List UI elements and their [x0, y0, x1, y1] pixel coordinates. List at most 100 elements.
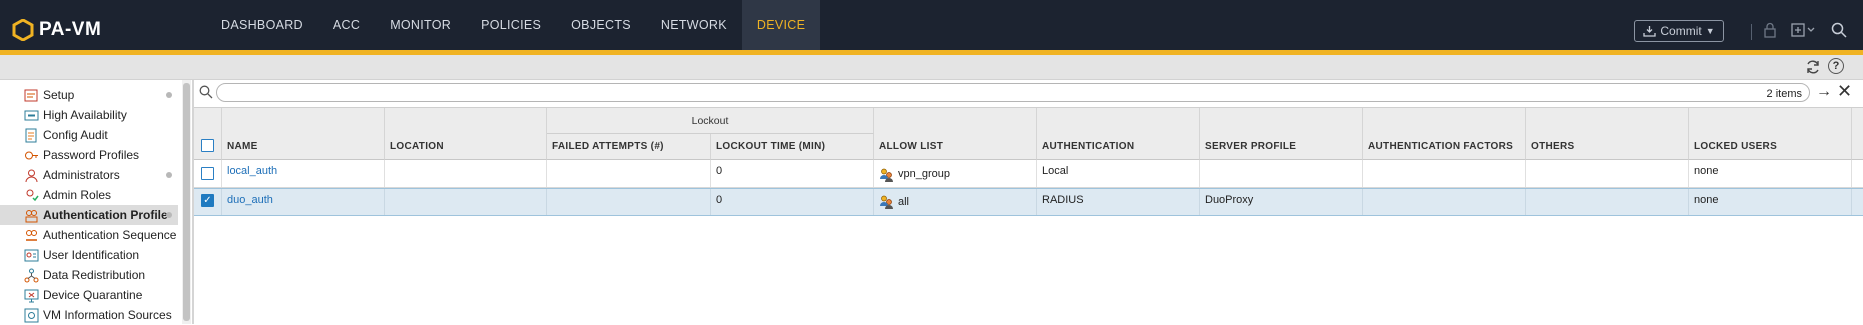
refresh-icon[interactable] [1805, 59, 1821, 75]
logo-mark-icon [12, 19, 34, 41]
cell-allow-list: vpn_group [874, 160, 1037, 187]
tab-objects[interactable]: OBJECTS [556, 0, 646, 50]
sidebar-item-high-availability[interactable]: High Availability [0, 105, 178, 125]
sidebar-item-device-quarantine[interactable]: Device Quarantine [0, 285, 178, 305]
sidebar-item-label: Device Quarantine [43, 288, 143, 302]
apply-filter-arrow-icon[interactable]: → [1816, 83, 1832, 101]
tab-dashboard[interactable]: DASHBOARD [206, 0, 318, 50]
cell-others [1526, 189, 1689, 215]
col-header-lockout-time[interactable]: LOCKOUT TIME (MIN) [711, 134, 874, 160]
col-header-filler [1852, 108, 1863, 160]
sidebar-item-label: High Availability [43, 108, 127, 122]
cell-server-profile [1200, 160, 1363, 187]
col-header-label: LOCATION [390, 141, 444, 152]
commit-button[interactable]: Commit ▼ [1634, 20, 1724, 42]
select-all-checkbox[interactable] [201, 139, 214, 152]
col-header-server-profile[interactable]: SERVER PROFILE [1200, 108, 1363, 160]
items-count: 2 items [1766, 88, 1802, 100]
row-checkbox[interactable]: ✓ [201, 194, 214, 207]
password-icon [25, 151, 38, 159]
sub-toolbar: ? [0, 55, 1863, 80]
sidebar-item-administrators[interactable]: Administrators [0, 165, 178, 185]
product-logo: PA-VM [12, 19, 101, 41]
sidebar-scrollbar[interactable] [182, 80, 191, 324]
col-header-name[interactable]: NAME [222, 108, 385, 160]
sidebar-item-authentication-sequence[interactable]: Authentication Sequence [0, 225, 178, 245]
ha-icon [24, 110, 39, 120]
profile-name-link[interactable]: local_auth [227, 165, 277, 177]
top-nav-bar: PA-VM DASHBOARD ACC MONITOR POLICIES OBJ… [0, 0, 1863, 50]
row-select-cell: ✓ [194, 189, 222, 215]
table-row[interactable]: local_auth 0 vpn_group Local none [194, 160, 1863, 188]
sidebar-item-label: VM Information Sources [43, 308, 172, 322]
col-header-locked-users[interactable]: LOCKED USERS [1689, 108, 1852, 160]
sidebar-item-label: Admin Roles [43, 188, 112, 202]
user-id-icon [24, 249, 39, 261]
cell-lockout-time: 0 [711, 189, 874, 215]
cell-lockout-time: 0 [711, 160, 874, 187]
config-icon[interactable] [1790, 22, 1816, 38]
col-header-label: NAME [227, 141, 258, 152]
tab-policies[interactable]: POLICIES [466, 0, 556, 50]
cell-failed-attempts [547, 189, 711, 215]
admin-icon [25, 169, 38, 182]
status-dot [166, 212, 172, 218]
col-header-allow-list[interactable]: ALLOW LIST [874, 108, 1037, 160]
cell-allow-list: all [874, 189, 1037, 215]
sidebar-item-user-identification[interactable]: User Identification [0, 245, 178, 265]
sidebar-item-password-profiles[interactable]: Password Profiles [0, 145, 178, 165]
row-checkbox[interactable] [201, 167, 214, 180]
col-group-lockout: Lockout [547, 108, 874, 134]
search-icon[interactable] [1831, 22, 1847, 38]
col-header-label: LOCKED USERS [1694, 141, 1778, 152]
table-row[interactable]: ✓ duo_auth 0 all RADIUS DuoProxy none [194, 188, 1863, 216]
sidebar-item-label: Setup [43, 88, 75, 102]
sidebar-item-label: Password Profiles [43, 148, 140, 162]
tab-device[interactable]: DEVICE [741, 0, 821, 50]
user-group-icon [880, 168, 893, 182]
col-header-failed-attempts[interactable]: FAILED ATTEMPTS (#) [547, 134, 711, 160]
sidebar-item-setup[interactable]: Setup [0, 85, 178, 105]
cell-others [1526, 160, 1689, 187]
col-header-location[interactable]: LOCATION [385, 108, 547, 160]
lock-icon[interactable] [1762, 22, 1778, 38]
audit-icon [25, 128, 37, 142]
quarantine-icon [24, 289, 39, 302]
cell-name: duo_auth [222, 189, 385, 215]
profile-name-link[interactable]: duo_auth [227, 194, 273, 206]
col-header-label: AUTHENTICATION [1042, 141, 1135, 152]
user-group-icon [880, 195, 893, 209]
col-header-label: LOCKOUT TIME (MIN) [716, 141, 826, 152]
sidebar-item-data-redistribution[interactable]: Data Redistribution [0, 265, 178, 285]
cell-server-profile: DuoProxy [1200, 189, 1363, 215]
col-header-others[interactable]: OTHERS [1526, 108, 1689, 160]
filter-input[interactable] [216, 83, 1810, 102]
chevron-down-icon: ▼ [1705, 26, 1715, 36]
help-icon[interactable]: ? [1828, 58, 1844, 74]
col-header-label: SERVER PROFILE [1205, 141, 1297, 152]
sidebar-item-vm-information-sources[interactable]: VM Information Sources [0, 305, 178, 325]
sidebar: Setup High Availability Config Audit Pas… [0, 80, 180, 324]
sidebar-item-config-audit[interactable]: Config Audit [0, 125, 178, 145]
col-header-label: AUTHENTICATION FACTORS [1368, 141, 1514, 152]
cell-failed-attempts [547, 160, 711, 187]
sidebar-item-label: Authentication Sequence [43, 228, 177, 242]
cell-value: 0 [716, 165, 723, 177]
cell-value: all [898, 196, 910, 208]
clear-filter-icon[interactable]: ✕ [1837, 81, 1852, 102]
tab-monitor[interactable]: MONITOR [375, 0, 466, 50]
roles-icon [26, 189, 39, 201]
cell-value: vpn_group [898, 168, 950, 180]
tab-acc[interactable]: ACC [318, 0, 375, 50]
cell-value: none [1694, 194, 1719, 206]
sidebar-item-admin-roles[interactable]: Admin Roles [0, 185, 178, 205]
col-header-authentication[interactable]: AUTHENTICATION [1037, 108, 1200, 160]
scrollbar-thumb[interactable] [183, 83, 190, 321]
sidebar-item-label: Authentication Profile [43, 208, 168, 222]
tab-network[interactable]: NETWORK [646, 0, 742, 50]
cell-auth-factors [1363, 189, 1526, 215]
sidebar-item-authentication-profile[interactable]: Authentication Profile [0, 205, 178, 225]
col-header-authentication-factors[interactable]: AUTHENTICATION FACTORS [1363, 108, 1526, 160]
cell-value: 0 [716, 194, 723, 206]
cell-authentication: Local [1037, 160, 1200, 187]
